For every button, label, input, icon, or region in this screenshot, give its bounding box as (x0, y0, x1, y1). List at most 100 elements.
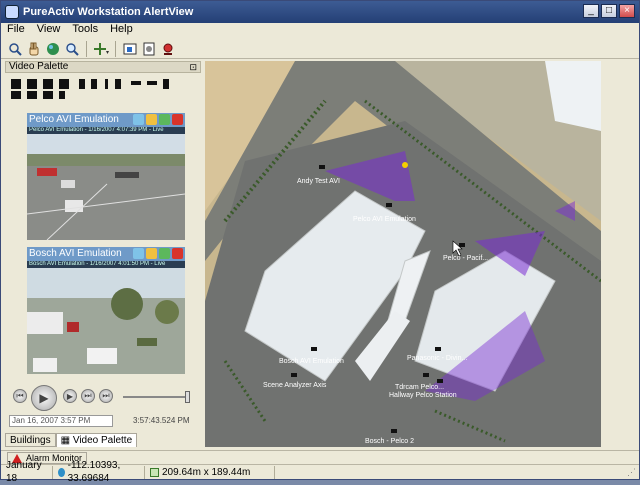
feed-expand-icon[interactable] (159, 114, 170, 125)
map-label-andy[interactable]: Andy Test AVI (297, 178, 340, 185)
video-palette-title: Video Palette (9, 61, 69, 72)
app-window: PureActiv Workstation AlertView _ □ × Fi… (0, 0, 640, 484)
camera-marker-icon[interactable] (437, 379, 443, 383)
magnify-icon[interactable] (7, 41, 23, 57)
playback-time: 3:57:43.524 PM (133, 416, 190, 425)
pin-icon[interactable]: ⊡ (189, 62, 197, 72)
toolbar-separator (115, 40, 116, 57)
aerial-map[interactable]: Andy Test AVI Pelco AVI Emulation Pelco … (205, 61, 601, 447)
layout-alt1-icon[interactable] (11, 91, 21, 99)
alarm-icon[interactable] (160, 41, 176, 57)
camera-marker-icon[interactable] (311, 347, 317, 351)
camera-marker-icon[interactable] (435, 347, 441, 351)
site-map[interactable]: Andy Test AVI Pelco AVI Emulation Pelco … (205, 61, 601, 447)
feed-snapshot-icon[interactable] (133, 114, 144, 125)
layout-2plus-icon[interactable] (91, 79, 97, 89)
camera-marker-icon[interactable] (386, 203, 392, 207)
layout-end-icon[interactable] (163, 79, 169, 89)
skip-back-icon[interactable]: ⏮ (13, 389, 27, 403)
move-cross-icon[interactable] (93, 41, 109, 57)
map-label-bosch-emul[interactable]: Bosch AVI Emulation (279, 358, 344, 365)
tab-video-palette[interactable]: ▦ Video Palette (55, 433, 138, 447)
video-feed-pelco[interactable]: Pelco AVI Emulation Pelco AVI Emulation … (26, 113, 186, 243)
tab-buildings[interactable]: Buildings (5, 433, 56, 447)
status-bar: January 18 -112.10393, 33.69684 209.64m … (1, 460, 639, 484)
camera-marker-icon[interactable] (423, 373, 429, 377)
menu-view[interactable]: View (37, 23, 61, 39)
toolbar (1, 39, 639, 59)
video-feed-bosch[interactable]: Bosch AVI Emulation Bosch AVI Emulation … (27, 247, 185, 377)
map-margin (601, 61, 639, 447)
grid-icon: ▦ (60, 435, 73, 446)
status-date: January 18 (1, 460, 53, 484)
layout-4x4-icon[interactable] (59, 79, 69, 89)
toolbar-separator (86, 40, 87, 57)
feed-edit-icon[interactable] (146, 248, 157, 259)
feed-edit-icon[interactable] (146, 114, 157, 125)
camera-icon[interactable] (141, 41, 157, 57)
map-label-bosch-pelco[interactable]: Bosch - Pelco 2 (365, 438, 414, 445)
feed-header: Bosch AVI Emulation (27, 247, 185, 261)
feed-subtitle: Pelco AVI Emulation - 1/16/2007 4:07:39 … (27, 127, 185, 134)
minimize-button[interactable]: _ (583, 4, 599, 18)
camera-marker-icon[interactable] (291, 373, 297, 377)
menu-help[interactable]: Help (110, 23, 133, 39)
tab-video-palette-label: Video Palette (72, 435, 133, 446)
feed-expand-icon[interactable] (159, 248, 170, 259)
window-title: PureActiv Workstation AlertView (23, 6, 194, 18)
menu-tools[interactable]: Tools (72, 23, 98, 39)
feed-subtitle: Bosch AVI Emulation - 1/16/2007 4:01:50 … (27, 261, 185, 268)
layout-row2-icon[interactable] (147, 81, 157, 85)
menu-bar: File View Tools Help (1, 23, 639, 39)
camera-marker-icon[interactable] (391, 429, 397, 433)
feed-title: Bosch AVI Emulation (29, 248, 122, 259)
feed-video-frame (27, 268, 185, 374)
extent-icon (150, 467, 159, 477)
maximize-button[interactable]: □ (601, 4, 617, 18)
video-palette-header: Video Palette ⊡ (5, 61, 201, 73)
layout-2x2-icon[interactable] (27, 79, 37, 89)
globe-icon (58, 467, 65, 477)
feed-snapshot-icon[interactable] (133, 248, 144, 259)
status-size: 209.64m x 189.44m (162, 466, 251, 478)
select-region-icon[interactable] (122, 41, 138, 57)
map-label-hallway[interactable]: Hallway Pelco Station (389, 392, 457, 399)
playback-controls: ⏮ ▶ ▶ ⏭ ⏭ Jan 16, 2007 3:57 PM 3:57:43.5… (5, 385, 201, 427)
layout-row-icon[interactable] (131, 81, 141, 85)
map-label-pelco-emul[interactable]: Pelco AVI Emulation (353, 216, 416, 223)
title-bar: PureActiv Workstation AlertView _ □ × (1, 1, 639, 23)
layout-alt2-icon[interactable] (27, 91, 37, 99)
camera-marker-icon[interactable] (319, 165, 325, 169)
layout-3x3-icon[interactable] (43, 79, 53, 89)
feed-title: Pelco AVI Emulation (29, 114, 119, 125)
play-button[interactable]: ▶ (31, 385, 57, 411)
fast-forward-icon[interactable]: ⏭ (81, 389, 95, 403)
skip-forward-icon[interactable]: ⏭ (99, 389, 113, 403)
close-button[interactable]: × (619, 4, 635, 18)
playback-date-field[interactable]: Jan 16, 2007 3:57 PM (9, 415, 113, 427)
camera-marker-icon[interactable] (459, 243, 465, 247)
layout-alt3-icon[interactable] (43, 91, 53, 99)
resize-grip-icon[interactable]: ⋰ (627, 467, 636, 478)
layout-alt4-icon[interactable] (59, 91, 65, 99)
zoom-in-icon[interactable] (64, 41, 80, 57)
map-label-panasonic[interactable]: Panasonic - Divin... (407, 355, 467, 362)
layout-selector (9, 77, 189, 103)
map-label-pelco-d[interactable]: Pelco - Pacif... (443, 255, 488, 262)
hand-pan-icon[interactable] (26, 41, 42, 57)
feed-close-icon[interactable] (172, 114, 183, 125)
menu-file[interactable]: File (7, 23, 25, 39)
step-forward-icon[interactable]: ▶ (63, 389, 77, 403)
panel-tabs: Buildings ▦ Video Palette (5, 433, 201, 447)
timeline-slider[interactable] (184, 391, 190, 403)
feed-close-icon[interactable] (172, 248, 183, 259)
map-label-scene[interactable]: Scene Analyzer Axis (263, 382, 327, 389)
layout-1x1-icon[interactable] (11, 79, 21, 89)
layout-1plus-icon[interactable] (79, 79, 85, 89)
status-coords: -112.10393, 33.69684 (67, 460, 121, 484)
map-label-tdk[interactable]: Tdrcam Pelco... (395, 384, 444, 391)
timeline-track (123, 396, 189, 398)
globe-icon[interactable] (45, 41, 61, 57)
layout-strip-icon[interactable] (105, 79, 108, 89)
layout-col-icon[interactable] (115, 79, 121, 89)
